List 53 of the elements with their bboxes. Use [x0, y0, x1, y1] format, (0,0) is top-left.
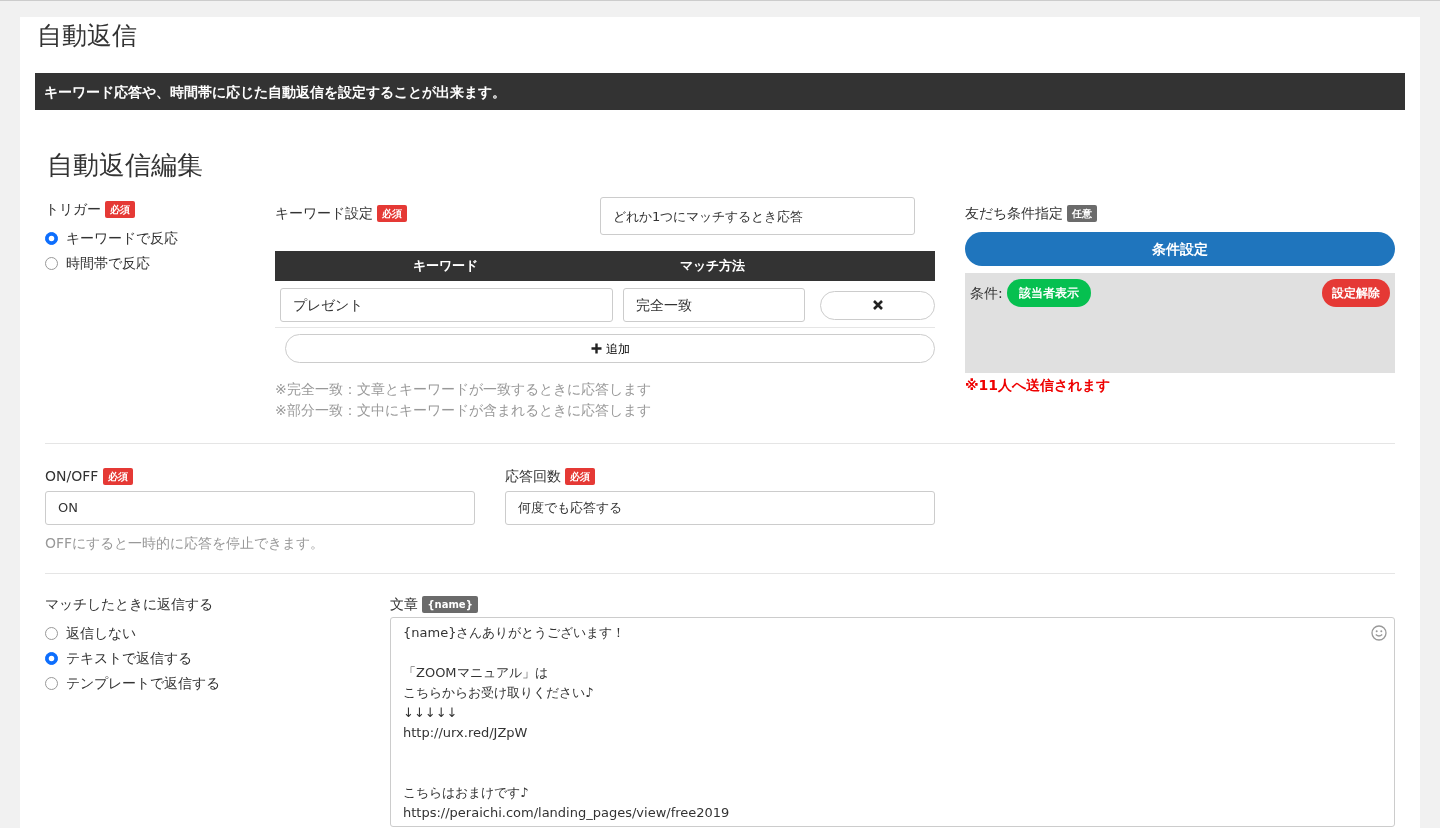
radio-button[interactable]: [45, 652, 58, 666]
message-line: http://urx.red/JZpW: [403, 725, 528, 741]
reply-label: マッチしたときに返信する: [45, 595, 214, 615]
section-title: 自動返信編集: [47, 150, 204, 182]
match-mode-select[interactable]: どれか1つにマッチするとき応答: [600, 197, 915, 236]
condition-label: 条件:: [970, 283, 1003, 303]
on-off-label: ON/OFF: [45, 468, 99, 485]
message-line: こちらはおまけです♪: [403, 785, 529, 801]
recipient-count: ※11人へ送信されます: [965, 376, 1112, 396]
page-title: 自動返信: [36, 20, 138, 52]
column-header: キーワード: [411, 257, 479, 276]
message-line: ↓↓↓↓↓: [403, 705, 458, 721]
variable-badge: {name}: [422, 596, 478, 614]
delete-button[interactable]: [820, 290, 935, 320]
trigger-label: トリガー: [45, 201, 101, 218]
radio-option[interactable]: テキストで返信する: [45, 648, 390, 670]
radio-option[interactable]: キーワードで反応: [45, 228, 275, 250]
condition-settings-button[interactable]: 条件設定: [965, 232, 1395, 267]
required-badge: 必須: [105, 201, 136, 219]
optional-badge: 任意: [1067, 205, 1098, 223]
keyword-input[interactable]: プレゼント: [280, 288, 613, 323]
emoji-icon[interactable]: [1371, 625, 1387, 642]
message-textarea[interactable]: {name}さんありがとうございます！ 「ZOOMマニュアル」は こちらからお受け取りください♪ ↓↓↓↓↓ http://urx.red/JZpW こちらはおまけです♪ https://peraichi.com/landing_pages/view/free2019: [390, 617, 1395, 828]
reply-count-label: 応答回数: [505, 468, 561, 485]
column-header: マッチ方法: [679, 257, 746, 276]
keyword-settings-label: キーワード設定: [275, 205, 373, 222]
message-line: https://peraichi.com/landing_pages/view/free2019: [403, 805, 730, 821]
reply-count-select[interactable]: 何度でも応答する: [505, 491, 935, 526]
on-off-select[interactable]: ON: [45, 491, 475, 526]
help-note: ※部分一致：文中にキーワードが含まれるときに応答します: [275, 401, 652, 421]
required-badge: 必須: [102, 468, 133, 486]
message-line: 「ZOOMマニュアル」は: [403, 665, 548, 681]
clear-settings-button[interactable]: 設定解除: [1322, 279, 1390, 308]
radio-option[interactable]: 時間帯で反応: [45, 253, 275, 275]
message-label: 文章: [390, 596, 418, 613]
required-badge: 必須: [565, 468, 596, 486]
match-method-select[interactable]: 完全一致: [623, 288, 805, 323]
on-off-hint: OFFにすると一時的に応答を停止できます。: [45, 534, 326, 554]
plus-icon: [590, 343, 602, 355]
radio-button[interactable]: [45, 627, 58, 641]
radio-option[interactable]: 返信しない: [45, 623, 390, 645]
radio-button[interactable]: [45, 677, 58, 691]
radio-option[interactable]: テンプレートで返信する: [45, 673, 390, 695]
close-icon: [871, 299, 884, 312]
help-note: ※完全一致：文章とキーワードが一致するときに応答します: [275, 380, 652, 400]
info-banner: キーワード応答や、時間帯に応じた自動返信を設定することが出来ます。: [35, 73, 1405, 110]
add-button[interactable]: 追加: [285, 334, 935, 364]
friend-conditions-label: 友だち条件指定: [965, 205, 1063, 222]
message-line: {name}さんありがとうございます！: [403, 625, 626, 641]
message-line: こちらからお受け取りください♪: [403, 685, 594, 701]
radio-button[interactable]: [45, 232, 58, 246]
radio-button[interactable]: [45, 257, 58, 271]
required-badge: 必須: [377, 205, 408, 223]
